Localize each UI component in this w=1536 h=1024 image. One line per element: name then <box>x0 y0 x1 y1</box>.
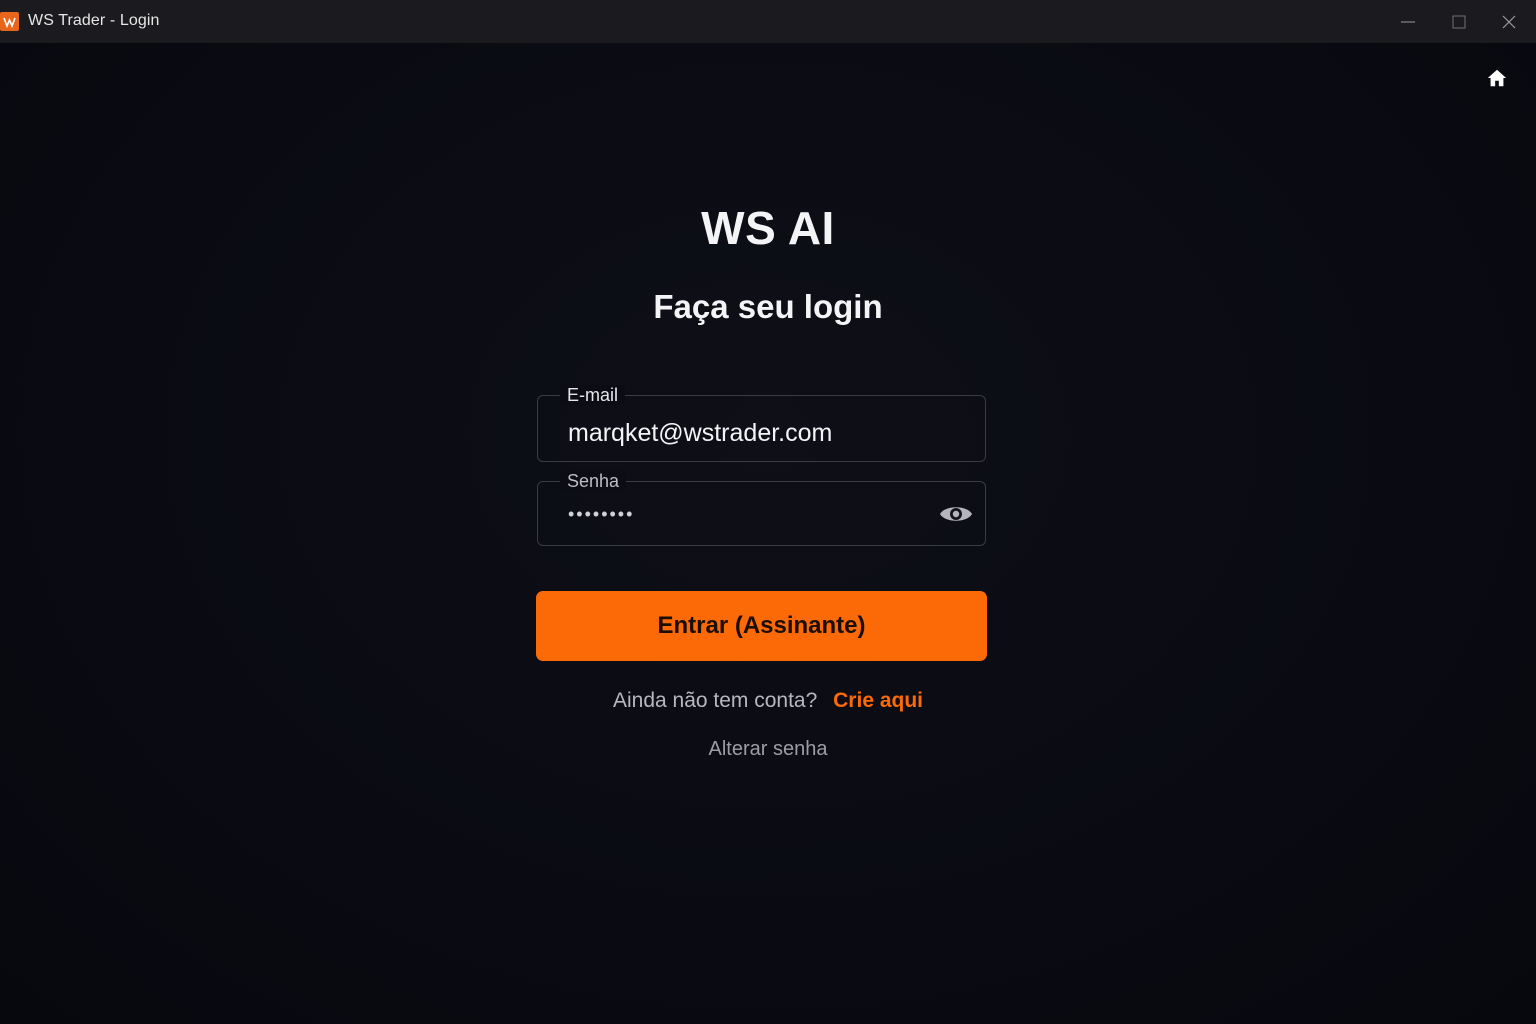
window-title: WS Trader - Login <box>28 12 160 29</box>
login-subtitle: Faça seu login <box>653 288 883 325</box>
close-icon <box>1502 15 1516 28</box>
login-screen: WS AI Faça seu login E-mail Senha ••••••… <box>0 43 1536 1024</box>
signup-link[interactable]: Crie aqui <box>833 689 923 712</box>
email-label: E-mail <box>560 385 626 405</box>
email-input[interactable] <box>568 418 928 448</box>
login-submit-button[interactable]: Entrar (Assinante) <box>536 591 987 661</box>
toggle-password-visibility-button[interactable] <box>938 499 974 529</box>
maximize-icon <box>1452 15 1466 28</box>
email-field[interactable]: E-mail <box>537 385 986 462</box>
window-titlebar: WS Trader - Login <box>0 0 1536 43</box>
password-field[interactable]: Senha •••••••• <box>537 471 986 546</box>
maximize-button[interactable] <box>1434 0 1484 43</box>
signup-row: Ainda não tem conta? Crie aqui <box>0 689 1536 713</box>
home-button[interactable] <box>1484 65 1510 91</box>
close-button[interactable] <box>1484 0 1534 43</box>
brand-title: WS AI <box>701 202 835 254</box>
change-password-link[interactable]: Alterar senha <box>0 738 1536 761</box>
minimize-icon <box>1401 21 1415 22</box>
home-icon <box>1487 69 1507 87</box>
signup-prompt: Ainda não tem conta? <box>612 689 818 712</box>
ws-trader-logo-icon <box>0 12 19 31</box>
minimize-button[interactable] <box>1383 0 1433 43</box>
password-input[interactable]: •••••••• <box>568 504 634 525</box>
password-label: Senha <box>560 471 627 491</box>
eye-icon <box>940 507 972 521</box>
